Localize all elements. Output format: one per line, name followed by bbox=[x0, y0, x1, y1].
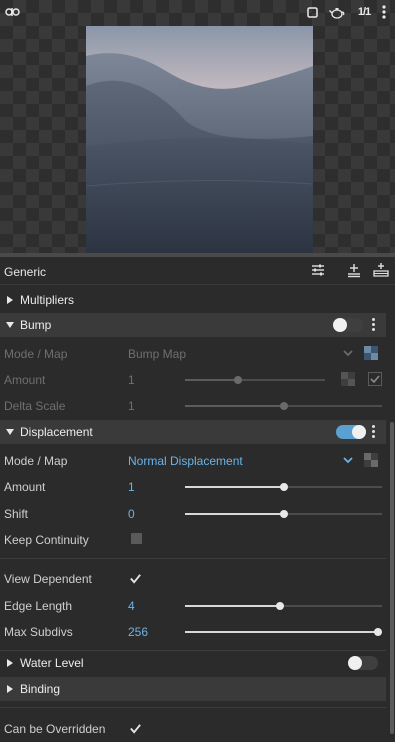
sliders-icon[interactable] bbox=[310, 262, 328, 280]
bump-amount-row: Amount 1 bbox=[0, 367, 395, 393]
can-be-overridden-row: Can be Overridden bbox=[0, 716, 395, 742]
material-layer-icon[interactable] bbox=[372, 262, 390, 280]
max-subdivs-row: Max Subdivs 256 bbox=[0, 619, 395, 645]
ratio-icon[interactable]: 1/1 bbox=[353, 3, 375, 21]
max-subdivs-value[interactable]: 256 bbox=[128, 625, 148, 639]
section-label: Binding bbox=[20, 682, 61, 696]
displacement-mode-row: Mode / Map Normal Displacement bbox=[0, 448, 395, 474]
more-icon[interactable] bbox=[380, 3, 388, 21]
bump-amount-value[interactable]: 1 bbox=[128, 373, 135, 387]
bump-delta-value[interactable]: 1 bbox=[128, 399, 135, 413]
collapse-arrow-icon bbox=[6, 322, 14, 328]
field-label: Amount bbox=[4, 480, 46, 494]
map-slot-icon[interactable] bbox=[364, 346, 378, 360]
displacement-toggle[interactable] bbox=[336, 425, 366, 439]
edge-length-slider[interactable] bbox=[185, 602, 382, 610]
can-be-overridden-checkbox[interactable] bbox=[129, 722, 142, 735]
panel-title: Generic bbox=[4, 265, 47, 279]
expand-arrow-icon bbox=[7, 659, 13, 667]
section-label: Displacement bbox=[20, 425, 93, 439]
more-icon[interactable] bbox=[370, 424, 376, 440]
section-binding[interactable]: Binding bbox=[0, 677, 386, 701]
field-label: Shift bbox=[4, 507, 29, 521]
frame-icon[interactable] bbox=[305, 3, 319, 21]
properties-panel: Generic Multipliers Bump Mode / Map Bump… bbox=[0, 257, 395, 736]
section-label: Water Level bbox=[20, 656, 84, 670]
edge-length-value[interactable]: 4 bbox=[128, 599, 135, 613]
collapse-arrow-icon bbox=[6, 429, 14, 435]
bump-mode-row: Mode / Map Bump Map bbox=[0, 341, 395, 367]
view-dependent-checkbox[interactable] bbox=[129, 572, 142, 585]
displacement-shift-row: Shift 0 bbox=[0, 501, 395, 527]
bump-delta-row: Delta Scale 1 bbox=[0, 393, 395, 419]
bump-amount-checkbox[interactable] bbox=[368, 372, 382, 386]
bump-toggle[interactable] bbox=[333, 318, 363, 332]
keep-continuity-checkbox[interactable] bbox=[131, 533, 142, 544]
displacement-shift-slider[interactable] bbox=[185, 510, 382, 518]
expand-arrow-icon bbox=[7, 296, 13, 304]
checker-map-icon[interactable] bbox=[364, 453, 378, 467]
edge-length-row: Edge Length 4 bbox=[0, 593, 395, 619]
section-multipliers[interactable]: Multipliers bbox=[0, 288, 386, 312]
teapot-icon[interactable] bbox=[328, 3, 346, 21]
field-label: Edge Length bbox=[4, 599, 73, 613]
link-icon[interactable] bbox=[4, 3, 22, 21]
displacement-shift-value[interactable]: 0 bbox=[128, 507, 135, 521]
field-label: Mode / Map bbox=[4, 454, 68, 468]
add-layer-icon[interactable] bbox=[346, 262, 364, 280]
displacement-amount-row: Amount 1 bbox=[0, 474, 395, 500]
more-icon[interactable] bbox=[370, 317, 376, 333]
field-label: View Dependent bbox=[4, 572, 92, 586]
section-water-level[interactable]: Water Level bbox=[0, 651, 386, 675]
render-viewport[interactable]: 1/1 bbox=[0, 0, 395, 253]
water-level-toggle[interactable] bbox=[348, 656, 378, 670]
displacement-amount-slider[interactable] bbox=[185, 483, 382, 491]
divider bbox=[0, 558, 386, 559]
view-dependent-row: View Dependent bbox=[0, 566, 395, 592]
max-subdivs-slider[interactable] bbox=[185, 628, 382, 636]
expand-arrow-icon bbox=[7, 685, 13, 693]
field-label: Amount bbox=[4, 373, 46, 387]
keep-continuity-row: Keep Continuity bbox=[0, 527, 395, 553]
displacement-mode-select[interactable]: Normal Displacement bbox=[128, 454, 243, 468]
chevron-down-icon[interactable] bbox=[342, 454, 354, 466]
chevron-down-icon[interactable] bbox=[342, 347, 354, 359]
render-preview-image bbox=[86, 26, 313, 253]
field-label: Delta Scale bbox=[4, 399, 66, 413]
bump-delta-slider[interactable] bbox=[185, 402, 382, 410]
bump-mode-select[interactable]: Bump Map bbox=[128, 347, 186, 361]
displacement-amount-value[interactable]: 1 bbox=[128, 480, 135, 494]
section-label: Bump bbox=[20, 318, 52, 332]
scrollbar[interactable] bbox=[390, 422, 394, 734]
field-label: Mode / Map bbox=[4, 347, 68, 361]
section-label: Multipliers bbox=[20, 293, 75, 307]
bump-amount-slider[interactable] bbox=[185, 376, 325, 384]
viewport-toolbar: 1/1 bbox=[0, 0, 395, 24]
divider bbox=[0, 707, 386, 708]
ratio-label: 1/1 bbox=[357, 6, 371, 18]
field-label: Max Subdivs bbox=[4, 625, 73, 639]
field-label: Keep Continuity bbox=[4, 533, 89, 547]
panel-header: Generic bbox=[0, 257, 395, 285]
section-bump[interactable]: Bump bbox=[0, 313, 386, 337]
section-displacement[interactable]: Displacement bbox=[0, 420, 386, 444]
checker-map-icon[interactable] bbox=[341, 372, 355, 386]
